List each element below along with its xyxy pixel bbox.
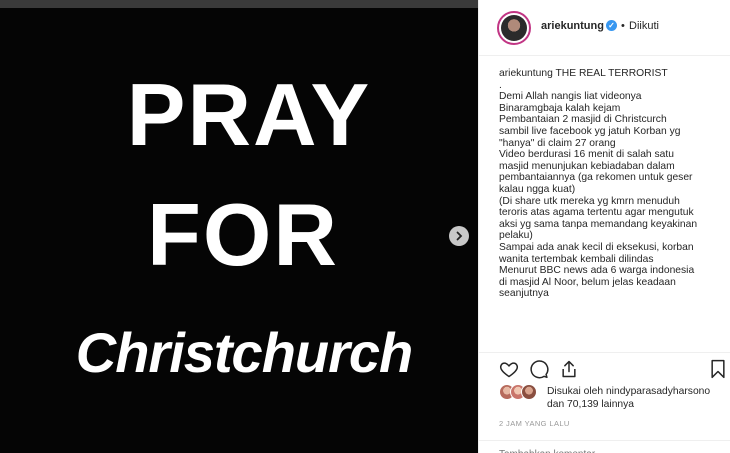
save-button[interactable] — [709, 359, 727, 384]
caption-line-0: ariekuntung THE REAL TERRORIST — [499, 68, 668, 79]
image-text-pray: PRAY — [126, 65, 372, 164]
verified-badge-icon: ✓ — [606, 20, 617, 31]
caption-line: sambil live facebook yg jatuh Korban yg — [499, 125, 681, 137]
comment-icon — [530, 360, 549, 379]
post-header: ariekuntung ✓ • Diikuti — [479, 0, 730, 56]
caption-line: Demi Allah nangis liat videonya — [499, 91, 642, 103]
comment-button[interactable] — [529, 359, 549, 384]
caption-line: Pembantaian 2 masjid di Christcurch — [499, 114, 667, 126]
caption-line: "hanya" di claim 27 orang — [499, 137, 616, 149]
likes-count[interactable]: dan 70,139 lainnya — [547, 399, 634, 410]
likes-text[interactable]: Disukai oleh nindyparasadyharsono — [547, 386, 710, 397]
like-button[interactable] — [499, 359, 519, 384]
post-image: PRAY FOR Christchurch — [0, 8, 478, 453]
chevron-right-icon — [456, 231, 463, 241]
share-button[interactable] — [559, 359, 579, 384]
likes-summary: Disukai oleh nindyparasadyharsono dan 70… — [499, 384, 727, 414]
next-image-button[interactable] — [449, 226, 469, 246]
comment-area — [479, 440, 730, 453]
heart-icon — [499, 362, 519, 378]
caption-line: Menurut BBC news ada 6 warga indonesia — [499, 265, 695, 277]
caption-line: teroris atas agama tertentu agar mengutu… — [499, 207, 694, 219]
caption: ariekuntung THE REAL TERRORIST . Demi Al… — [499, 68, 727, 300]
bookmark-icon — [711, 359, 725, 379]
liker-avatar[interactable] — [521, 384, 537, 400]
image-text-christchurch: Christchurch — [75, 321, 414, 384]
caption-line: Video berdurasi 16 menit di salah satu — [499, 149, 674, 161]
caption-line: Binaramgbaja kalah kejam — [499, 102, 621, 114]
separator-dot: • — [621, 20, 625, 32]
caption-line: seanjutnya — [499, 288, 549, 300]
header-username[interactable]: ariekuntung — [541, 20, 604, 32]
caption-line: masjid menunjukan kebiadaban dalam — [499, 160, 675, 172]
share-icon — [562, 360, 576, 378]
avatar[interactable] — [497, 11, 531, 45]
caption-line: Sampai ada anak kecil di eksekusi, korba… — [499, 241, 694, 253]
caption-line: kalau ngga kuat) — [499, 183, 576, 195]
caption-line: pelaku) — [499, 230, 533, 242]
image-text-for: FOR — [147, 185, 339, 284]
comment-input[interactable] — [499, 449, 709, 453]
post-timestamp[interactable]: 2 JAM YANG LALU — [499, 419, 570, 428]
caption-line: wanita tertembak kembali dilindas — [499, 253, 654, 265]
follow-status-button[interactable]: Diikuti — [629, 20, 659, 32]
caption-username[interactable]: ariekuntung — [499, 68, 553, 79]
post-side-panel: ariekuntung ✓ • Diikuti ariekuntung THE … — [478, 0, 730, 453]
caption-line: di masjid Al Noor, belum jelas keadaan — [499, 276, 676, 288]
top-bar — [0, 0, 478, 8]
action-bar — [479, 352, 730, 382]
caption-line: aksi yg sama tanpa memandang keyakinan — [499, 218, 698, 230]
caption-line: pembantaiannya (ga rekomen untuk geser — [499, 172, 693, 184]
caption-line: . — [499, 79, 502, 91]
caption-line: (Di share utk mereka yg kmrn menuduh — [499, 195, 680, 207]
